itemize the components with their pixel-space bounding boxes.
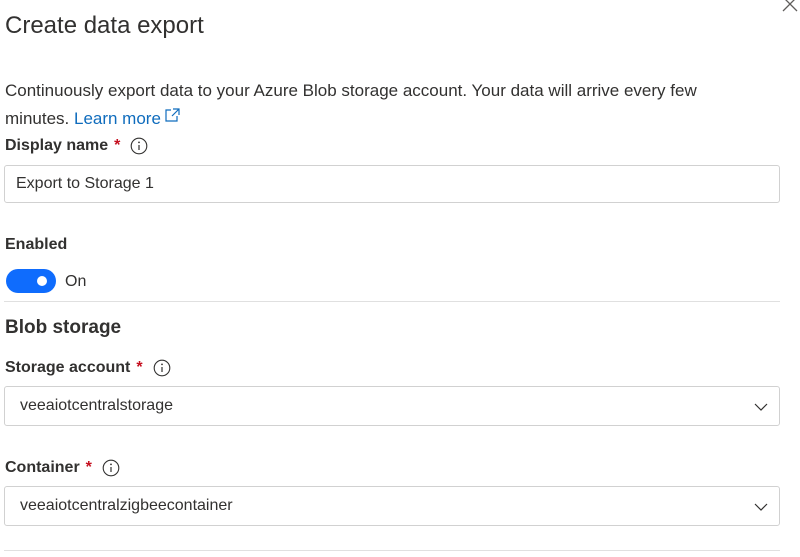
divider: [4, 301, 780, 302]
chevron-down-icon: [753, 399, 769, 415]
learn-more-label: Learn more: [73, 109, 161, 128]
display-name-label-text: Display name: [5, 137, 109, 154]
required-indicator: *: [85, 459, 92, 476]
storage-account-label-text: Storage account: [5, 359, 131, 376]
display-name-label: Display name *: [5, 135, 148, 157]
info-icon[interactable]: [153, 359, 171, 377]
container-label: Container *: [5, 457, 120, 479]
create-data-export-panel: Create data export Continuously export d…: [0, 0, 800, 557]
storage-account-selected: veeaiotcentralstorage: [20, 397, 173, 414]
chevron-down-icon: [753, 499, 769, 515]
close-icon: [782, 0, 798, 12]
container-dropdown[interactable]: veeaiotcentralzigbeecontainer: [4, 486, 780, 526]
enabled-label-text: Enabled: [5, 236, 68, 253]
required-indicator: *: [114, 137, 121, 154]
blob-storage-section-title: Blob storage: [5, 317, 122, 338]
container-selected: veeaiotcentralzigbeecontainer: [20, 497, 233, 514]
description: Continuously export data to your Azure B…: [5, 78, 765, 132]
display-name-input[interactable]: [4, 165, 780, 203]
enabled-state-text: On: [65, 273, 87, 290]
page-title: Create data export: [5, 12, 204, 39]
enabled-label: Enabled: [5, 234, 67, 256]
required-indicator: *: [136, 359, 143, 376]
external-link-icon: [164, 104, 180, 130]
info-icon[interactable]: [102, 459, 120, 477]
info-icon[interactable]: [130, 137, 148, 155]
learn-more-link[interactable]: Learn more: [73, 108, 180, 128]
storage-account-dropdown[interactable]: veeaiotcentralstorage: [4, 386, 780, 426]
close-button[interactable]: [780, 0, 800, 14]
enabled-toggle[interactable]: [6, 269, 56, 293]
toggle-knob: [37, 276, 47, 286]
container-label-text: Container: [5, 459, 80, 476]
storage-account-label: Storage account *: [5, 357, 171, 379]
divider: [4, 550, 780, 551]
